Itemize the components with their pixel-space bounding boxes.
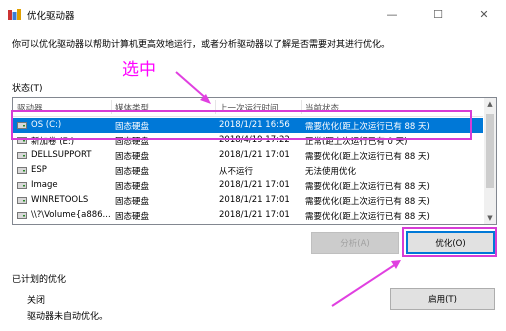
- arrowhead-icon: [391, 260, 401, 269]
- arrow-line-to-list: [175, 71, 209, 101]
- arrow-line-to-optimize: [331, 263, 397, 307]
- annotation-arrows: [175, 71, 401, 307]
